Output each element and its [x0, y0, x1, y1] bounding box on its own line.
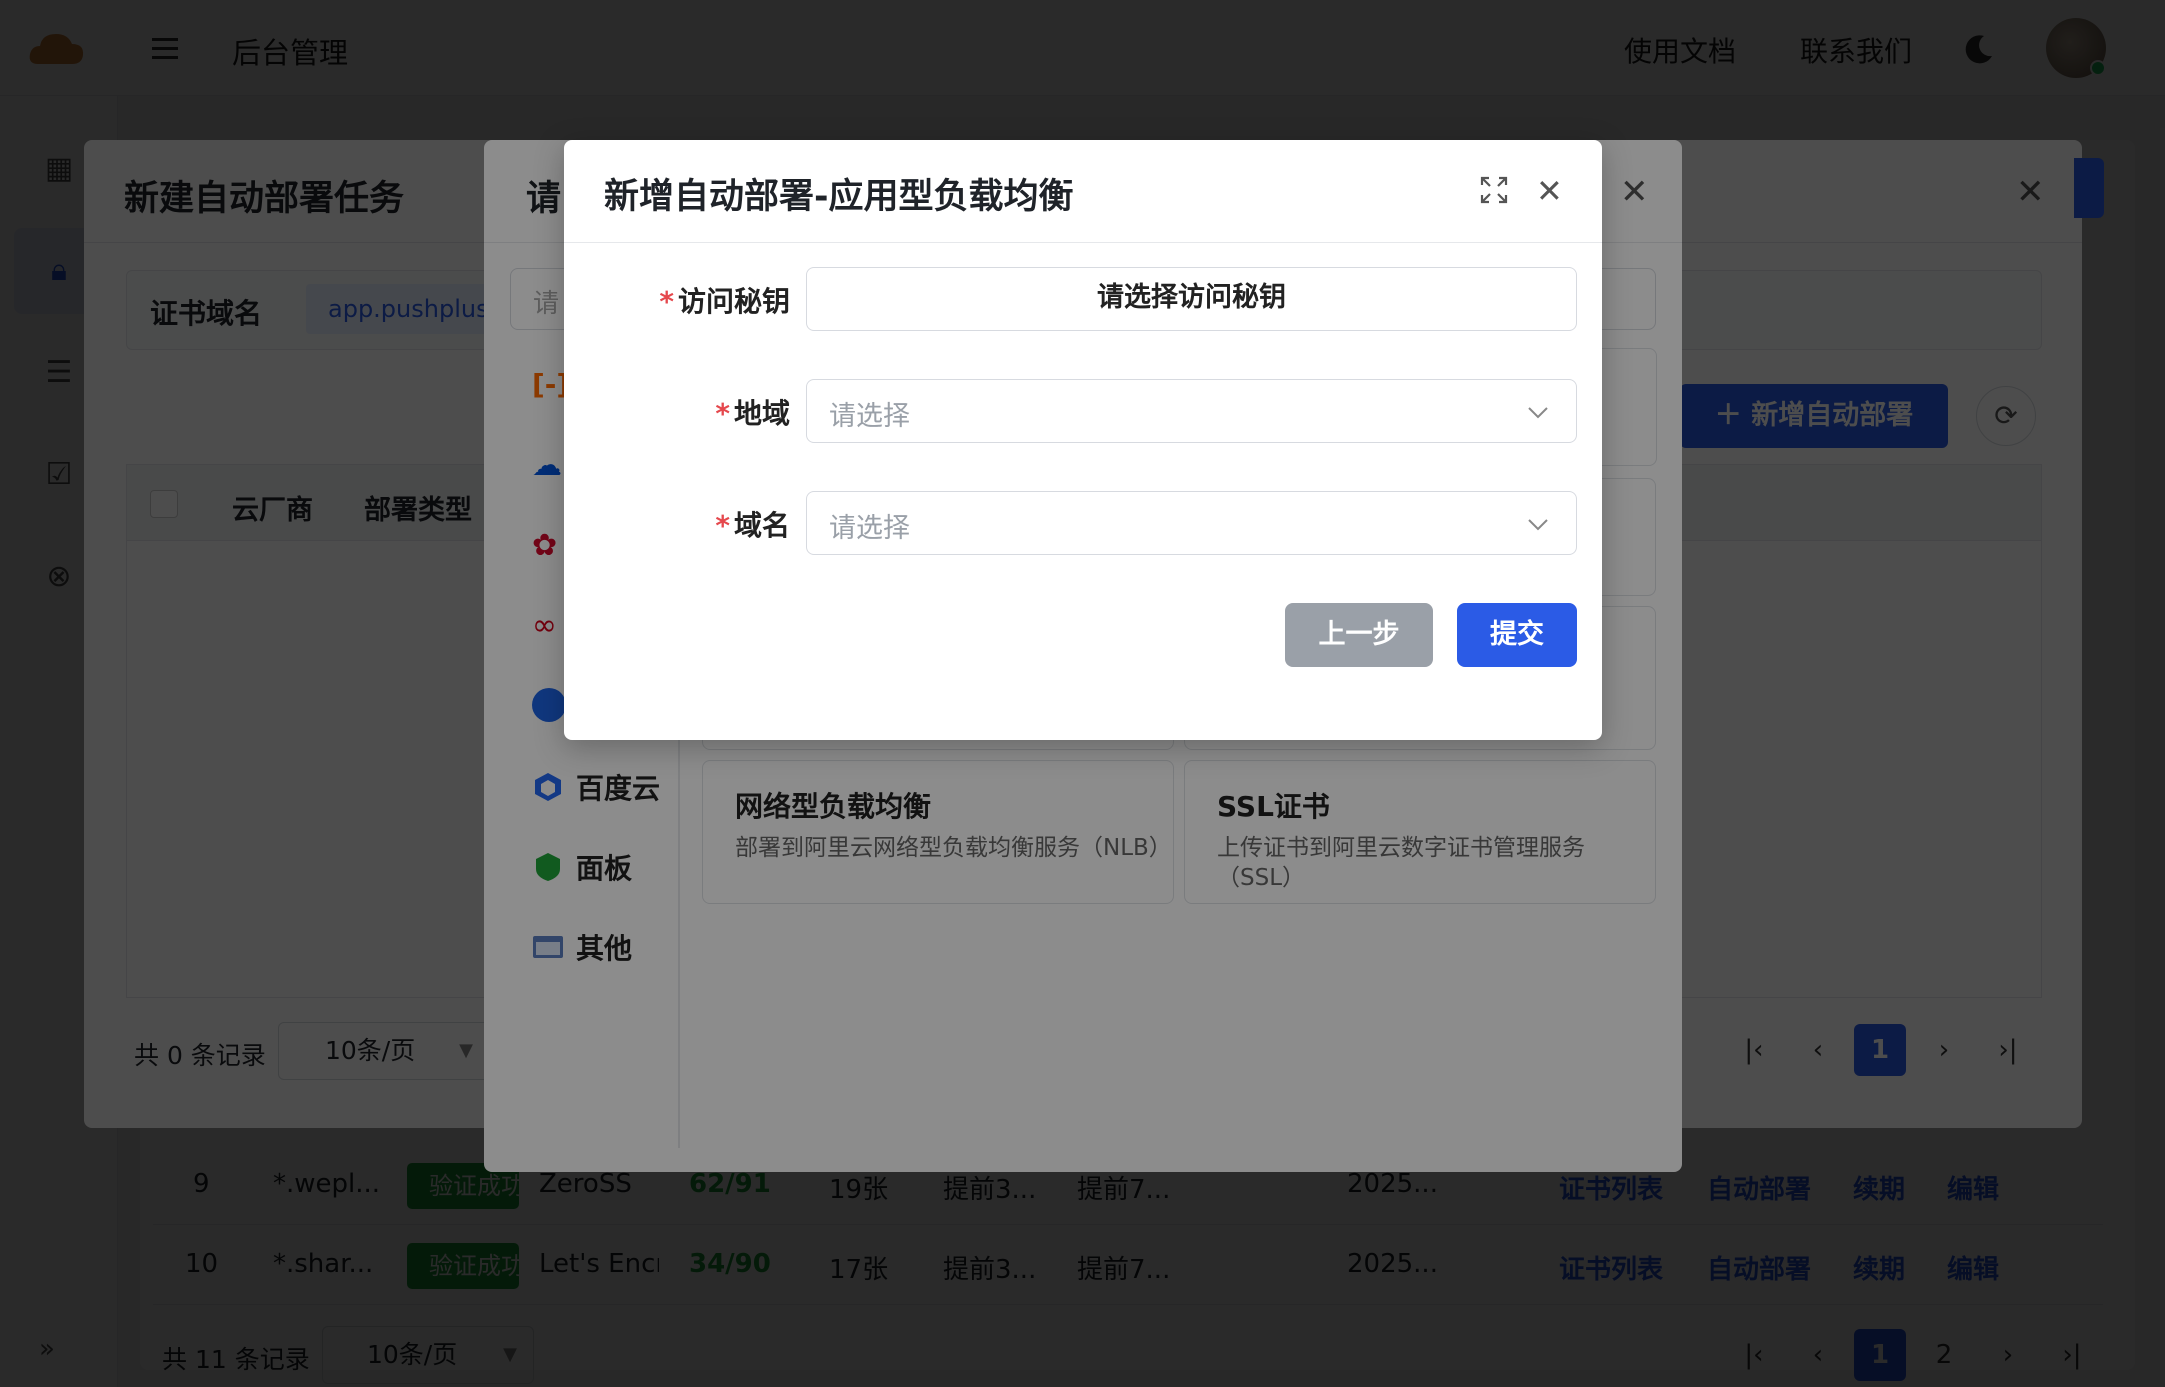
- prev-step-button[interactable]: 上一步: [1285, 603, 1433, 667]
- domain-select[interactable]: 请选择: [806, 491, 1577, 555]
- region-label: * 地域: [715, 397, 790, 430]
- access-key-select-button[interactable]: 请选择访问秘钥: [806, 267, 1577, 331]
- form-modal-title: 新增自动部署-应用型负载均衡: [604, 177, 1074, 217]
- domain-label: * 域名: [715, 509, 790, 542]
- chevron-down-icon: [1528, 407, 1548, 419]
- form-modal-close-icon[interactable]: ✕: [1536, 172, 1563, 210]
- region-select[interactable]: 请选择: [806, 379, 1577, 443]
- chevron-down-icon: [1528, 519, 1548, 531]
- form-modal-header-line: [564, 242, 1602, 243]
- access-key-label: * 访问秘钥: [659, 285, 790, 318]
- fullscreen-icon[interactable]: [1478, 174, 1510, 206]
- submit-button[interactable]: 提交: [1457, 603, 1577, 667]
